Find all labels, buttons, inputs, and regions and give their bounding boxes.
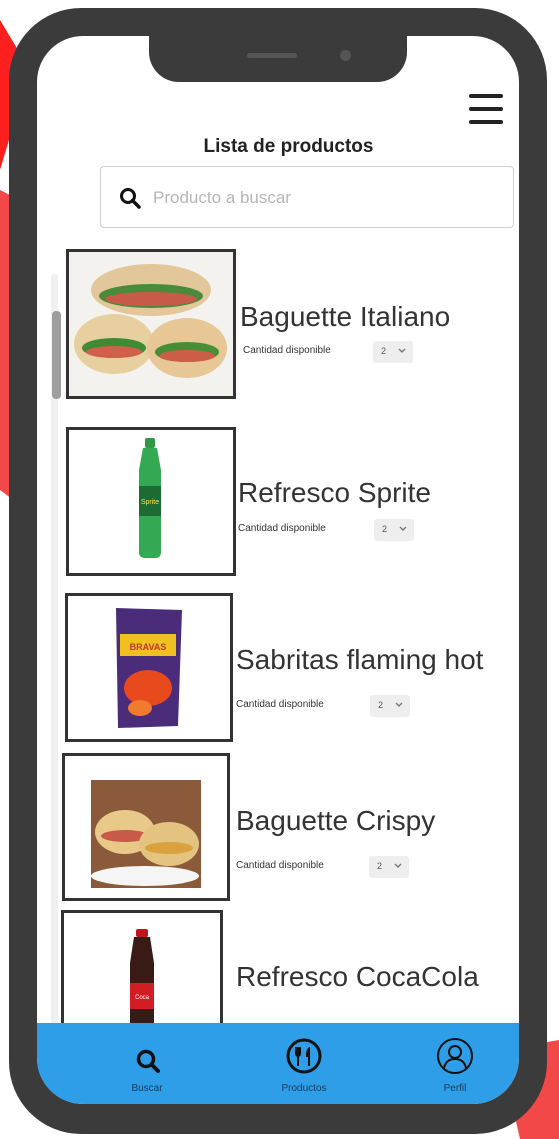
quantity-value: 2 — [378, 700, 384, 710]
fork-knife-icon — [286, 1038, 322, 1074]
product-image-baguette-crispy — [62, 753, 230, 901]
svg-text:Sprite: Sprite — [141, 499, 159, 506]
page-title: Lista de productos — [203, 136, 374, 157]
nav-label: Buscar — [131, 1083, 163, 1094]
hamburger-menu-icon[interactable] — [469, 92, 503, 128]
camera — [340, 50, 351, 61]
svg-text:Coca: Coca — [135, 995, 150, 1001]
chevron-down-icon — [398, 348, 406, 353]
product-item[interactable]: BRAVAS Sabritas flaming hot Cantidad dis… — [65, 593, 515, 753]
product-name: Sabritas flaming hot — [236, 644, 484, 675]
search-icon — [136, 1049, 160, 1073]
bottom-navigation: Buscar Productos Perfil — [37, 1023, 519, 1104]
nav-item-productos[interactable]: Productos — [264, 1023, 344, 1104]
quantity-value: 2 — [382, 524, 388, 534]
product-name: Baguette Italiano — [240, 301, 451, 332]
product-item[interactable]: Sprite Refresco Sprite Cantidad disponib… — [66, 427, 506, 587]
quantity-label: Cantidad disponible — [243, 345, 331, 356]
quantity-label: Cantidad disponible — [236, 860, 324, 871]
product-image-refresco-sprite: Sprite — [66, 427, 236, 576]
svg-text:BRAVAS: BRAVAS — [130, 642, 167, 652]
quantity-select[interactable]: 2 — [369, 856, 409, 878]
chevron-down-icon — [399, 526, 407, 531]
product-name: Baguette Crispy — [236, 805, 436, 836]
app-screen: Lista de productos Producto a buscar Bag… — [37, 36, 519, 1104]
product-image-sabritas-flaming-hot: BRAVAS — [65, 593, 233, 742]
phone-notch — [149, 16, 407, 82]
quantity-value: 2 — [381, 346, 387, 356]
quantity-select[interactable]: 2 — [370, 695, 410, 717]
search-icon — [120, 188, 141, 209]
phone-frame: Lista de productos Producto a buscar Bag… — [9, 8, 547, 1134]
quantity-label: Cantidad disponible — [236, 699, 324, 710]
user-icon — [437, 1038, 473, 1074]
quantity-label: Cantidad disponible — [238, 523, 326, 534]
scrollbar-thumb[interactable] — [52, 311, 61, 399]
search-box[interactable] — [100, 166, 514, 228]
quantity-select[interactable]: 2 — [374, 519, 414, 541]
product-name: Refresco CocaCola — [236, 961, 479, 992]
product-name: Refresco Sprite — [238, 477, 431, 508]
speaker — [247, 53, 297, 58]
quantity-select[interactable]: 2 — [373, 341, 413, 363]
nav-item-buscar[interactable]: Buscar — [112, 1023, 182, 1104]
chevron-down-icon — [395, 702, 403, 707]
product-image-baguette-italiano — [66, 249, 236, 399]
search-input[interactable] — [151, 183, 495, 213]
chevron-down-icon — [394, 863, 402, 868]
nav-item-perfil[interactable]: Perfil — [420, 1023, 490, 1104]
product-item[interactable]: Baguette Italiano Cantidad disponible 2 — [66, 249, 506, 409]
product-item[interactable]: Baguette Crispy Cantidad disponible 2 — [62, 753, 512, 913]
nav-label: Productos — [281, 1083, 327, 1094]
nav-label: Perfil — [443, 1083, 467, 1094]
quantity-value: 2 — [377, 861, 383, 871]
